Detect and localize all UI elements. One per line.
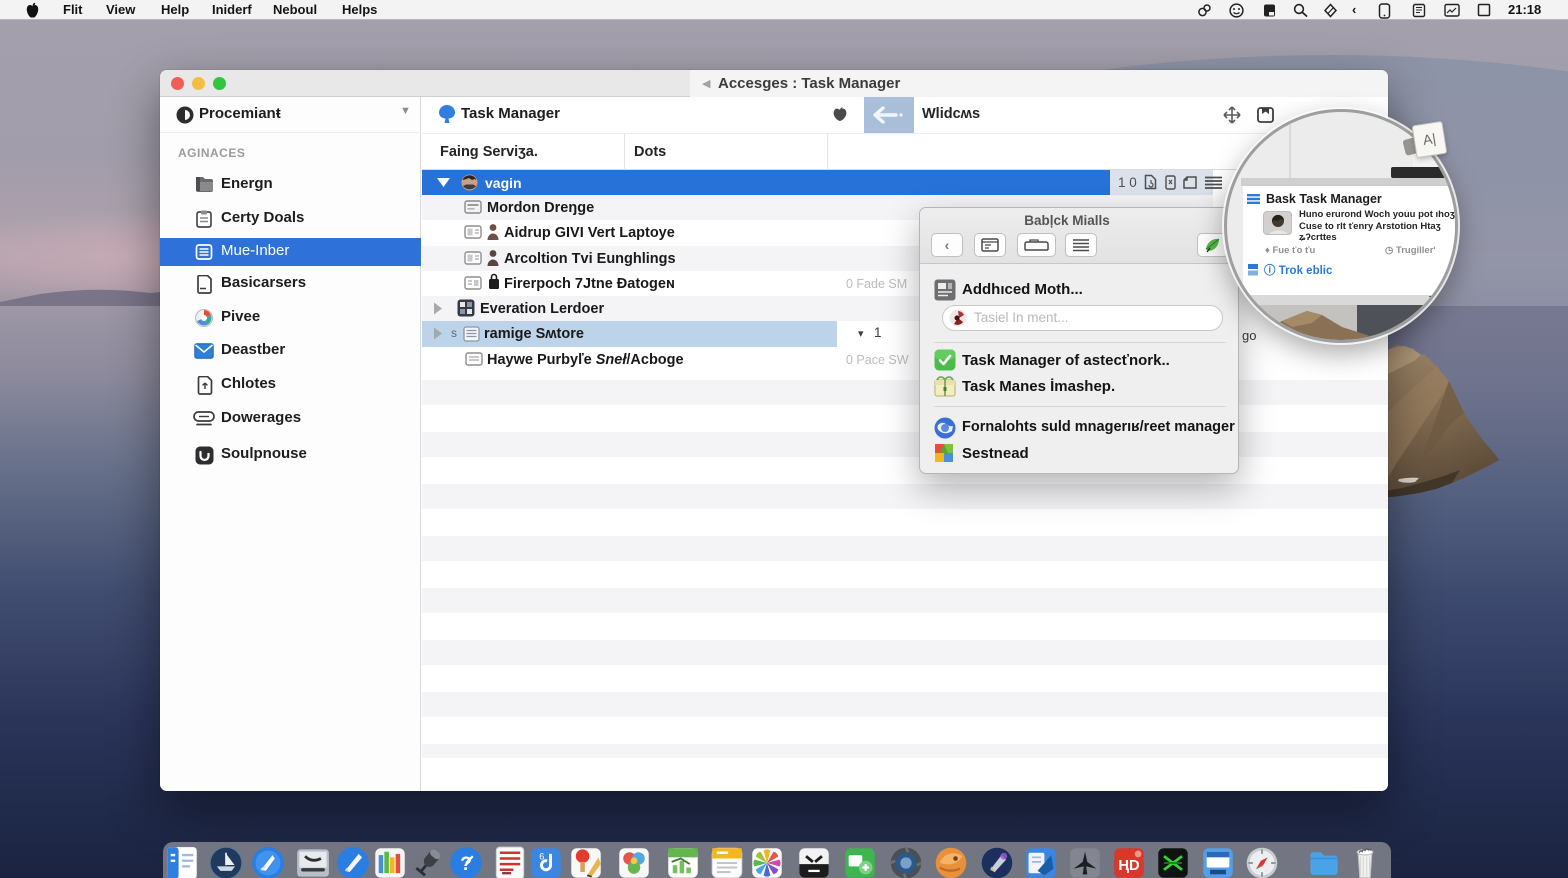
svg-text:?: ? bbox=[460, 854, 472, 875]
svg-text:ҢD: ҢD bbox=[1118, 858, 1140, 874]
svg-text:6: 6 bbox=[539, 852, 544, 862]
